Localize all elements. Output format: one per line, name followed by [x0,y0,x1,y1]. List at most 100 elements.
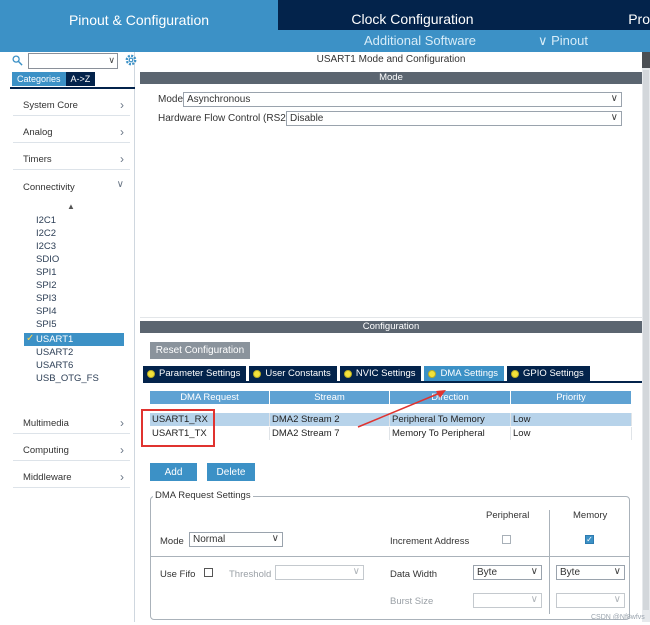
chevron-right-icon: › [120,98,124,112]
configuration-panel: USART1 Mode and Configuration Mode Mode … [140,52,642,622]
mode-select[interactable]: Asynchronous ∨ [183,92,622,107]
scroll-thumb[interactable] [643,70,649,610]
vertical-scrollbar[interactable] [642,52,650,622]
group-label: Computing [23,445,69,456]
peripheral-spi5[interactable]: SPI5 [36,319,57,330]
group-computing[interactable]: Computing › [13,441,130,461]
status-dot-icon [147,369,155,378]
memory-increment-checkbox[interactable]: ✓ [585,535,594,544]
peripheral-usart2[interactable]: USART2 [36,347,73,358]
peripheral-spi1[interactable]: SPI1 [36,267,57,278]
group-connectivity[interactable]: Connectivity ∨ [13,178,130,198]
dma-table-header: DMA Request Stream Direction Priority [150,391,632,404]
status-dot-icon [428,369,437,378]
tab-label: DMA Settings [440,368,499,379]
peripheral-usart1[interactable]: ✓ USART1 [24,333,124,346]
group-multimedia[interactable]: Multimedia › [13,414,130,434]
tab-clock-configuration[interactable]: Clock Configuration [280,8,545,30]
tab-user-constants[interactable]: User Constants [249,366,337,381]
peripheral-spi2[interactable]: SPI2 [36,280,57,291]
peripheral-burst-size-select[interactable]: ∨ [473,593,542,608]
gear-icon[interactable] [124,53,138,67]
red-highlight-box [141,409,215,447]
cell-stream: DMA2 Stream 2 [270,413,390,426]
group-analog[interactable]: Analog › [13,123,130,143]
configuration-tabs: Parameter Settings User Constants NVIC S… [143,366,593,381]
tab-project-manager[interactable]: Pro [547,8,650,30]
column-header-priority[interactable]: Priority [511,391,632,404]
threshold-select[interactable]: ∨ [275,565,364,580]
request-mode-select[interactable]: Normal ∨ [189,532,283,547]
tab-label: Parameter Settings [159,368,241,379]
memory-header: Memory [573,510,608,521]
peripheral-i2c2[interactable]: I2C2 [36,228,56,239]
delete-button[interactable]: Delete [207,463,255,481]
tab-label: GPIO Settings [523,368,584,379]
peripheral-i2c1[interactable]: I2C1 [36,215,56,226]
add-button[interactable]: Add [150,463,197,481]
memory-burst-size-select[interactable]: ∨ [556,593,625,608]
column-separator [549,510,550,614]
column-header-direction[interactable]: Direction [390,391,511,404]
peripheral-increment-checkbox[interactable] [502,535,511,544]
peripheral-usb-otg-fs[interactable]: USB_OTG_FS [36,373,99,384]
sort-icon[interactable]: ▲ [67,202,75,211]
use-fifo-checkbox[interactable] [204,568,213,577]
chevron-down-icon: ∨ [610,93,618,104]
group-label: Middleware [23,472,72,483]
configuration-band: Configuration [140,321,642,333]
table-row[interactable]: USART1_RX DMA2 Stream 2 Peripheral To Me… [150,413,632,426]
tab-a-to-z[interactable]: A->Z [65,72,96,86]
tab-categories[interactable]: Categories [12,72,66,86]
peripheral-sdio[interactable]: SDIO [36,254,59,265]
pinout-menu[interactable]: ∨ Pinout [538,33,588,49]
tab-parameter-settings[interactable]: Parameter Settings [143,366,247,381]
hw-flow-select[interactable]: Disable ∨ [286,111,622,126]
peripheral-spi3[interactable]: SPI3 [36,293,57,304]
dma-request-settings-legend: DMA Request Settings [153,490,253,501]
memory-data-width-select[interactable]: Byte ∨ [556,565,625,580]
tab-label: User Constants [265,368,331,379]
scroll-up-icon[interactable] [642,52,650,68]
increment-address-label: Increment Address [390,536,470,547]
check-icon: ✓ [26,333,35,344]
peripheral-data-width-select[interactable]: Byte ∨ [473,565,542,580]
peripheral-usart6[interactable]: USART6 [36,360,73,371]
column-header-stream[interactable]: Stream [270,391,390,404]
data-width-label: Data Width [390,569,437,580]
chevron-down-icon: ∨ [530,566,538,577]
sub-navigation-bar: Additional Software ∨ Pinout [278,30,650,52]
left-sidebar: ∨ Categories A->Z System Core › Analog › T… [5,52,138,622]
cell-direction: Memory To Peripheral [390,427,511,440]
reset-configuration-button[interactable]: Reset Configuration [150,342,250,359]
chevron-down-icon: ∨ [613,566,621,577]
group-label: Multimedia [23,418,69,429]
tab-nvic-settings[interactable]: NVIC Settings [339,366,422,381]
mode-value: Asynchronous [187,94,251,105]
peripheral-label: USART1 [36,334,74,345]
search-input[interactable]: ∨ [28,53,118,69]
mode-empty-area [140,134,642,318]
status-dot-icon [253,369,262,378]
chevron-down-icon: ∨ [610,112,618,123]
table-row[interactable]: USART1_TX DMA2 Stream 7 Memory To Periph… [150,427,632,440]
group-timers[interactable]: Timers › [13,150,130,170]
tab-pinout-configuration[interactable]: Pinout & Configuration [0,0,278,52]
chevron-down-icon: ∨ [116,179,124,190]
tab-dma-settings[interactable]: DMA Settings [424,366,505,381]
column-header-dma-request[interactable]: DMA Request [150,391,270,404]
search-row: ∨ [10,53,138,71]
chevron-down-icon: ∨ [271,533,279,544]
burst-size-label: Burst Size [390,596,434,607]
group-middleware[interactable]: Middleware › [13,468,130,488]
row-divider [151,556,629,557]
panel-title: USART1 Mode and Configuration [316,54,466,65]
additional-software-link[interactable]: Additional Software [364,33,476,48]
peripheral-i2c3[interactable]: I2C3 [36,241,56,252]
chevron-down-icon: ∨ [613,594,621,605]
peripheral-spi4[interactable]: SPI4 [36,306,57,317]
tab-gpio-settings[interactable]: GPIO Settings [507,366,590,381]
chevron-down-icon[interactable]: ∨ [108,55,115,66]
group-system-core[interactable]: System Core › [13,96,130,116]
chevron-right-icon: › [120,152,124,166]
